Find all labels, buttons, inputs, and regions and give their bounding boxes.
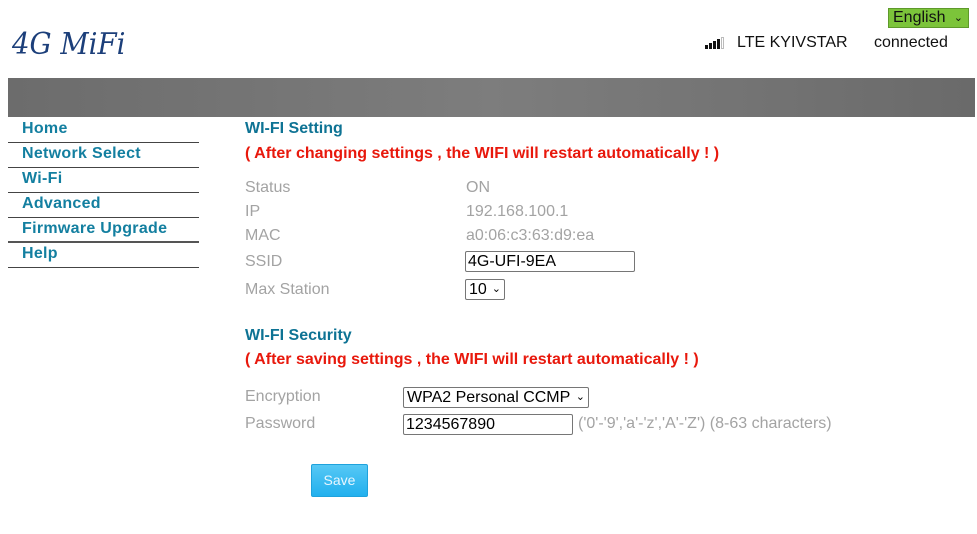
sidebar-item-advanced[interactable]: Advanced	[8, 193, 199, 218]
max-station-label: Max Station	[245, 281, 330, 298]
save-button[interactable]: Save	[311, 464, 368, 497]
sidebar-item-network-select[interactable]: Network Select	[8, 143, 199, 168]
password-input[interactable]	[403, 414, 573, 435]
ip-label: IP	[245, 203, 261, 220]
mac-label: MAC	[245, 227, 281, 244]
ssid-label: SSID	[245, 253, 283, 270]
chevron-down-icon: ⌄	[491, 283, 501, 295]
sidebar-item-firmware-upgrade[interactable]: Firmware Upgrade	[8, 218, 199, 243]
sidebar-item-wifi[interactable]: Wi-Fi	[8, 168, 199, 193]
network-name: LTE KYIVSTAR	[737, 34, 848, 51]
mac-value: a0:06:c3:63:d9:ea	[466, 227, 595, 244]
language-value: English	[893, 9, 946, 26]
wifi-security-warning: ( After saving settings , the WIFI will …	[245, 351, 699, 368]
chevron-down-icon: ⌄	[575, 391, 585, 403]
max-station-value: 10	[469, 281, 487, 298]
chevron-down-icon: ⌄	[953, 12, 963, 24]
sidebar-item-home[interactable]: Home	[8, 118, 199, 143]
signal-strength-icon	[705, 37, 729, 49]
ip-value: 192.168.100.1	[466, 203, 569, 220]
wifi-security-title: WI-FI Security	[245, 327, 352, 344]
sidebar-nav: Home Network Select Wi-Fi Advanced Firmw…	[8, 118, 199, 268]
status-label: Status	[245, 179, 291, 196]
header-banner	[8, 78, 975, 117]
connection-status: connected	[874, 34, 948, 51]
language-select[interactable]: English ⌄	[888, 8, 969, 28]
max-station-select[interactable]: 10 ⌄	[465, 279, 505, 300]
encryption-value: WPA2 Personal CCMP	[407, 389, 571, 406]
encryption-select[interactable]: WPA2 Personal CCMP ⌄	[403, 387, 589, 408]
status-value: ON	[466, 179, 490, 196]
encryption-label: Encryption	[245, 388, 321, 405]
password-hint: ('0'-'9','a'-'z','A'-'Z') (8-63 characte…	[578, 415, 832, 432]
wifi-setting-title: WI-FI Setting	[245, 120, 343, 137]
sidebar-item-help[interactable]: Help	[8, 243, 199, 268]
logo: 4G MiFi	[12, 27, 126, 62]
password-label: Password	[245, 415, 316, 432]
wifi-setting-warning: ( After changing settings , the WIFI wil…	[245, 145, 720, 162]
ssid-input[interactable]	[465, 251, 635, 272]
